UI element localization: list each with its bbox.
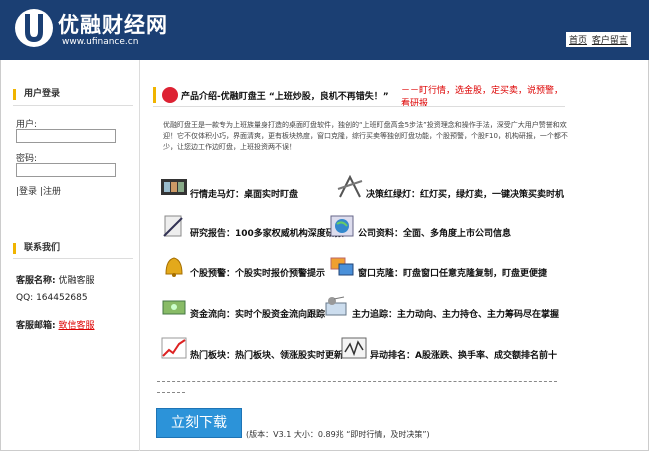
password-input[interactable] — [16, 163, 116, 177]
contact-qq-row: QQ: 164452685 — [16, 293, 88, 303]
compass-icon — [337, 175, 363, 198]
money-icon — [162, 300, 186, 315]
contact-email-row: 客服邮箱: 致信客服 — [16, 318, 95, 331]
email-link[interactable]: 致信客服 — [58, 321, 94, 331]
feature-text: 热门板块：热门板块、领涨股实时更新 — [190, 351, 344, 361]
product-intro: 优融盯盘王是一款专为上班族量身打造的桌面盯盘软件，独创的“上班盯盘高金5步法”投… — [163, 121, 568, 151]
qq-label: QQ: — [16, 293, 34, 303]
feature-text: 行情走马灯：桌面实时盯盘 — [190, 190, 299, 200]
login-links: |登录 |注册 — [16, 184, 61, 197]
username-input[interactable] — [16, 129, 116, 143]
chart-icon — [161, 337, 187, 359]
window-icon — [330, 257, 354, 276]
feature-text: 研究报告：100多家权威机构深度研报 — [190, 229, 344, 239]
feature-text: 异动排名：A股涨跌、换手率、成交额排名前十 — [370, 351, 557, 361]
register-link[interactable]: 注册 — [43, 187, 61, 197]
divider — [13, 258, 133, 259]
feature-text: 主力追踪：主力动向、主力持仓、主力筹码尽在掌握 — [352, 310, 560, 320]
login-link[interactable]: 登录 — [19, 187, 37, 197]
contact-name-value: 优融客服 — [58, 276, 95, 286]
contact-title: 联系我们 — [13, 243, 60, 254]
bell-icon — [165, 257, 183, 277]
ranking-icon — [341, 337, 367, 359]
login-title: 用户登录 — [13, 89, 60, 100]
qq-value: 164452685 — [36, 293, 88, 303]
dashed-divider — [157, 392, 185, 393]
download-button[interactable]: 立刻下载 — [156, 408, 242, 438]
logo-url: www.ufinance.cn — [62, 37, 139, 47]
pen-icon — [163, 215, 183, 237]
header: 优融财经网 www.ufinance.cn 首页 客户留言 — [0, 0, 649, 60]
feedback-link[interactable]: 客户留言 — [592, 36, 628, 46]
logo-text: 优融财经网 — [58, 13, 168, 37]
contact-name-label: 客服名称: — [16, 276, 56, 286]
feature-text: 窗口克隆：盯盘窗口任意克隆复制，盯盘更便捷 — [358, 269, 548, 279]
product-title: 产品介绍-优融盯盘王 “上班炒股，良机不再错失！” — [181, 92, 389, 102]
divider — [153, 106, 565, 107]
product-header: 产品介绍-优融盯盘王 “上班炒股，良机不再错失！” －－盯行情，选金股，定买卖，… — [153, 86, 563, 109]
download-info: (版本：V3.1 大小：0.89兆 “即时行情，及时决策”) — [246, 430, 430, 439]
email-label: 客服邮箱: — [16, 321, 56, 331]
film-icon — [161, 179, 187, 195]
logo-icon — [15, 9, 53, 47]
divider — [13, 105, 133, 106]
product-icon — [162, 87, 178, 103]
contact-name-row: 客服名称: 优融客服 — [16, 273, 95, 286]
header-links: 首页 客户留言 — [566, 32, 631, 47]
satellite-icon — [325, 296, 347, 316]
accent-bar — [153, 87, 156, 103]
dashed-divider — [157, 381, 557, 382]
feature-text: 公司资料：全面、多角度上市公司信息 — [358, 229, 512, 239]
feature-text: 资金流向：实时个股资金流向跟踪 — [190, 310, 326, 320]
home-link[interactable]: 首页 — [569, 36, 587, 46]
feature-text: 决策红绿灯：红灯买，绿灯卖，一键决策买卖时机 — [366, 190, 565, 200]
globe-icon — [330, 215, 354, 237]
feature-text: 个股预警：个股实时报价预警提示 — [190, 269, 326, 279]
